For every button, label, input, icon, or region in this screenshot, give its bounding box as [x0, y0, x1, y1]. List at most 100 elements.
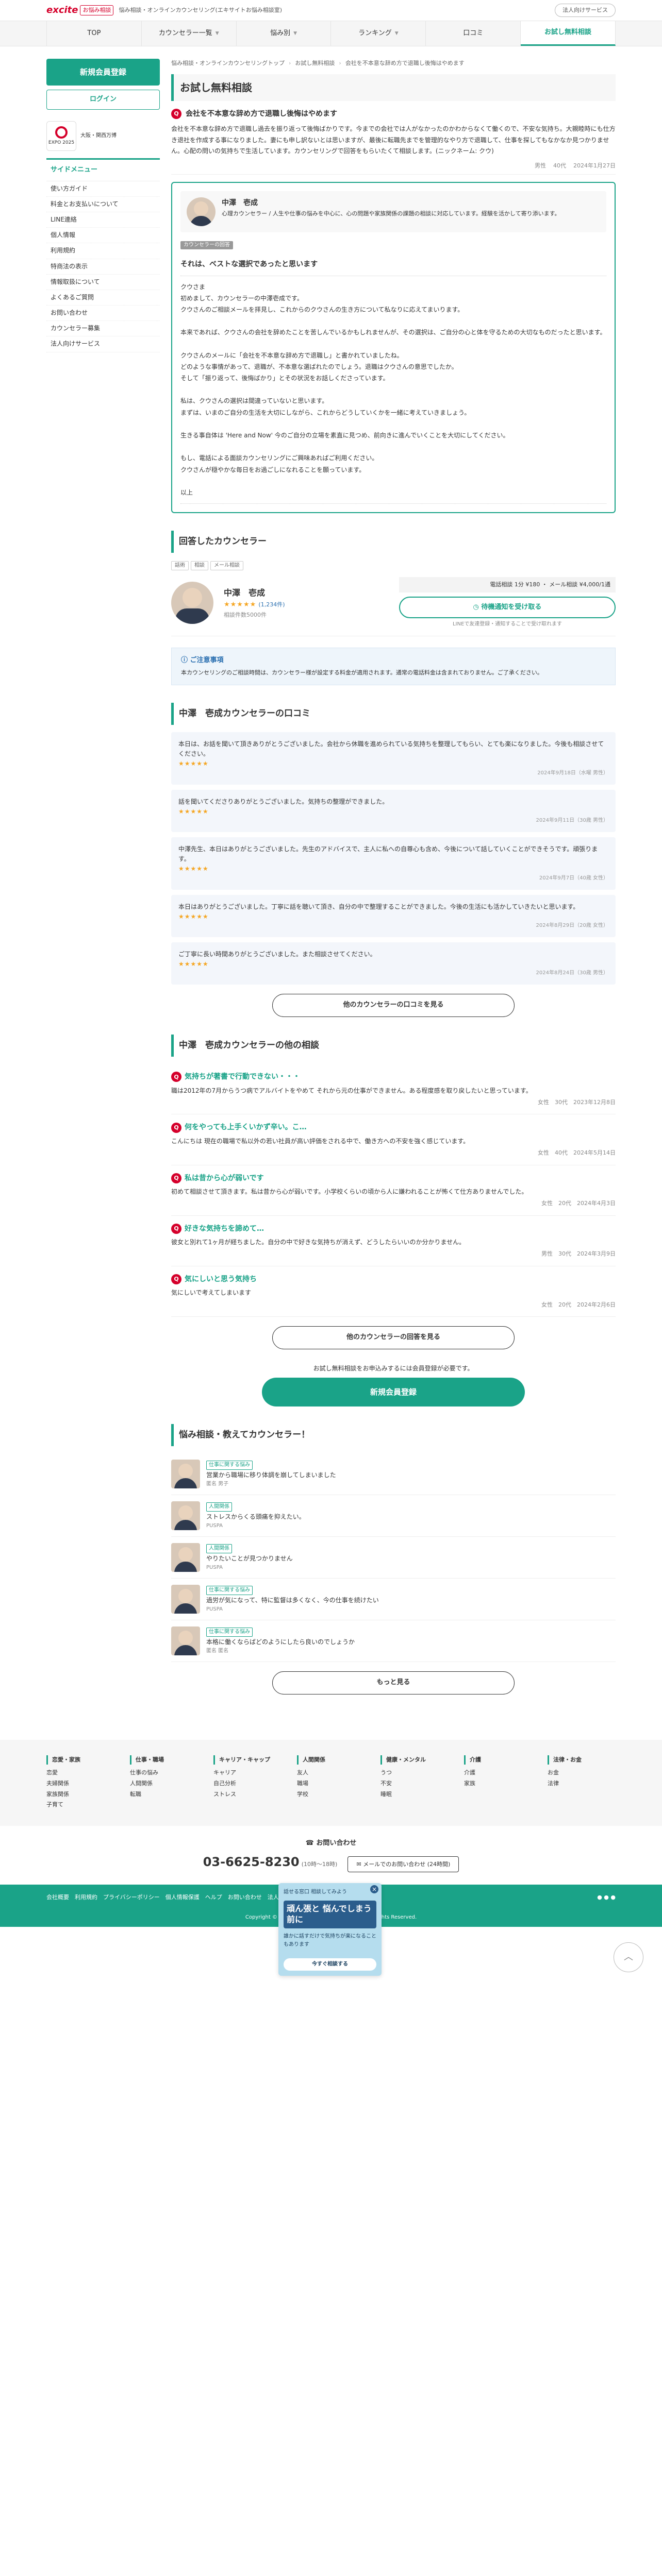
review-item: 中澤先生、本日はありがとうございました。先生のアドバイスで、主人に私への自尊心も… — [171, 837, 616, 890]
side-menu-item[interactable]: カウンセラー募集 — [46, 321, 160, 337]
footer-link[interactable]: 人間関係 — [130, 1778, 198, 1789]
avatar[interactable] — [171, 582, 213, 624]
business-link[interactable]: 法人向けサービス — [555, 4, 616, 17]
footer-column: 仕事・職場 仕事の悩み 人間関係 転職 — [130, 1755, 198, 1810]
footer-link[interactable]: ストレス — [213, 1789, 282, 1800]
question-item-meta: 女性 20代 2024年2月6日 — [541, 1301, 616, 1308]
footer-link[interactable]: お金 — [548, 1768, 616, 1778]
expo-banner[interactable]: EXPO 2025 大阪・関西万博 — [46, 121, 160, 151]
rating-stars: ★★★★★ — [224, 600, 257, 608]
side-menu-item[interactable]: よくあるご質問 — [46, 290, 160, 306]
login-button[interactable]: ログイン — [46, 90, 160, 110]
back-to-top-button[interactable]: ︿ — [614, 1942, 643, 1972]
side-menu-item[interactable]: お問い合わせ — [46, 306, 160, 321]
recent-item[interactable]: 人間関係 ストレスからくる頭痛を抑えたい。 PUSPA — [171, 1495, 616, 1537]
cta-register-button[interactable]: 新規会員登録 — [262, 1378, 525, 1407]
question-item-title[interactable]: Q 気にしいと思う気持ち — [171, 1274, 616, 1285]
mail-contact-button[interactable]: ✉ メールでのお問い合わせ (24時間) — [347, 1856, 459, 1873]
question-item[interactable]: Q 好きな気持ちを諦めて… 彼女と別れて1ヶ月が経ちました。自分の中で好きな気持ちが… — [171, 1216, 616, 1266]
question-item-body: 彼女と別れて1ヶ月が経ちました。自分の中で好きな気持ちが消えず、どうしたらいいの… — [171, 1239, 466, 1246]
recent-item[interactable]: 仕事に関する悩み 過労が気になって、特に監督は多くなく、今の仕事を続けたい PUSP… — [171, 1579, 616, 1621]
footer-link[interactable]: 友人 — [297, 1768, 365, 1778]
footer-link[interactable]: 職場 — [297, 1778, 365, 1789]
nav-worries[interactable]: 悩み別 ▼ — [237, 21, 332, 46]
footer-link-list[interactable]: 会社概要 利用規約 プライバシーポリシー 個人情報保護 ヘルプ お問い合わせ 法… — [46, 1893, 313, 1902]
side-menu-item[interactable]: LINE連絡 — [46, 212, 160, 228]
footer-link[interactable]: キャリア — [213, 1768, 282, 1778]
question-title: 会社を不本意な辞め方で退職し後悔はやめます — [186, 109, 337, 118]
side-menu-item[interactable]: 料金とお支払いについて — [46, 197, 160, 212]
recent-item[interactable]: 仕事に関する悩み 営業から職場に移り体調を崩してしまいました 匿名 男子 — [171, 1453, 616, 1496]
review-item: 本日は、お話を聞いて頂きありがとうございました。会社から休職を進められている気持… — [171, 732, 616, 785]
question-item[interactable]: Q 何をやっても上手くいかず辛い。こ… こんにちは 現在の職場で私以外の若い社員が高… — [171, 1114, 616, 1165]
footer-link[interactable]: 不安 — [380, 1778, 449, 1789]
footer-link[interactable]: 恋愛 — [46, 1768, 114, 1778]
footer-link[interactable]: 夫婦関係 — [46, 1778, 114, 1789]
close-icon[interactable]: × — [370, 1885, 378, 1893]
question-item-meta: 女性 30代 2023年12月8日 — [538, 1098, 616, 1106]
recent-item[interactable]: 仕事に関する悩み 本格に働くならばどのようにしたら良いのでしょうか 匿名 匿名 — [171, 1620, 616, 1663]
reviews-title: 中澤 壱成カウンセラーの口コミ — [171, 702, 616, 725]
recent-item-user: 匿名 男子 — [206, 1481, 229, 1487]
question-item-title[interactable]: Q 好きな気持ちを諦めて… — [171, 1223, 616, 1234]
question-item-title[interactable]: Q 私は昔から心が弱いです — [171, 1173, 616, 1184]
side-menu-item[interactable]: 利用規約 — [46, 243, 160, 259]
question-item[interactable]: Q 気持ちが著書で行動できない・・・ 職は2012年の7月からうつ病でアルバイトをや… — [171, 1064, 616, 1115]
footer-link[interactable]: 睡眠 — [380, 1789, 449, 1800]
footer-link[interactable]: 家族関係 — [46, 1789, 114, 1800]
question-meta: 男性 40代 2024年1月27日 — [171, 161, 616, 175]
side-menu-item[interactable]: 情報取扱について — [46, 275, 160, 290]
notify-button[interactable]: ◷ 待機通知を受け取る — [399, 596, 616, 619]
breadcrumb-item[interactable]: お試し無料相談 — [295, 59, 335, 68]
popup-body: 誰かに話すだけで気持ちが楽になることもあります — [284, 1933, 376, 1947]
footer-column: 介護 介護 家族 — [464, 1755, 532, 1810]
question-item-title[interactable]: Q 気持ちが著書で行動できない・・・ — [171, 1071, 616, 1082]
ad-popup[interactable]: × 話せる窓口 相談してみよう 頑ん張と 悩んでしまう前に 誰かに話すだけで気持… — [278, 1883, 382, 1976]
nav-top[interactable]: TOP — [46, 21, 142, 46]
popup-button[interactable]: 今すぐ相談する — [284, 1958, 376, 1971]
nav-free-consult[interactable]: お試し無料相談 — [521, 21, 616, 46]
breadcrumb-item[interactable]: 悩み相談・オンラインカウンセリングトップ — [171, 59, 285, 68]
question-item-title-text: 気にしいと思う気持ち — [185, 1275, 257, 1283]
phone-number[interactable]: 03-6625-8230 — [203, 1855, 300, 1869]
footer-link[interactable]: 介護 — [464, 1768, 532, 1778]
counselor-tags: 話術 相談 メール相談 — [171, 560, 616, 571]
footer-link[interactable]: 仕事の悩み — [130, 1768, 198, 1778]
footer-link[interactable]: 転職 — [130, 1789, 198, 1800]
footer-link[interactable]: 学校 — [297, 1789, 365, 1800]
footer-link[interactable]: 子育て — [46, 1800, 114, 1810]
more-reviews-button[interactable]: 他のカウンセラーの口コミを見る — [272, 994, 515, 1018]
recent-item-text: 本格に働くならばどのようにしたら良いのでしょうか — [206, 1638, 355, 1646]
nav-counselors[interactable]: カウンセラー一覧 ▼ — [142, 21, 237, 46]
footer-link[interactable]: うつ — [380, 1768, 449, 1778]
nav-ranking[interactable]: ランキング ▼ — [331, 21, 426, 46]
side-menu-item[interactable]: 使い方ガイド — [46, 181, 160, 197]
chevron-down-icon: ▼ — [215, 30, 219, 36]
answer-counselor-profile[interactable]: 中澤 壱成 心理カウンセラー / 人生や仕事の悩みを中心に、心の問題や家族関係の… — [180, 191, 606, 233]
side-menu-item[interactable]: 個人情報 — [46, 228, 160, 244]
site-logo[interactable]: excite お悩み相談 — [46, 3, 114, 18]
footer-link[interactable]: 家族 — [464, 1778, 532, 1789]
review-text: 中澤先生、本日はありがとうございました。先生のアドバイスで、主人に私への自尊心も… — [178, 845, 598, 863]
answer-label: カウンセラーの回答 — [180, 241, 233, 250]
social-icons[interactable]: ● ● ● — [597, 1893, 616, 1902]
more-recent-button[interactable]: もっと見る — [272, 1671, 515, 1695]
review-date: 2024年9月7日（40歳 女性） — [539, 875, 608, 881]
review-text: 話を聞いてくださりありがとうございました。気持ちの整理ができました。 — [178, 798, 389, 805]
question-icon: Q — [171, 1072, 181, 1082]
footer-link[interactable]: 自己分析 — [213, 1778, 282, 1789]
nav-reviews[interactable]: 口コミ — [426, 21, 521, 46]
more-answers-button[interactable]: 他のカウンセラーの回答を見る — [272, 1326, 515, 1349]
register-button[interactable]: 新規会員登録 — [46, 59, 160, 86]
footer-link[interactable]: 法律 — [548, 1778, 616, 1789]
side-menu-item[interactable]: 特商法の表示 — [46, 259, 160, 275]
question-item[interactable]: Q 私は昔から心が弱いです 初めて相談させて頂きます。私は昔から心が弱いです。小学校… — [171, 1165, 616, 1216]
side-menu-item[interactable]: 法人向けサービス — [46, 336, 160, 352]
question-item-title[interactable]: Q 何をやっても上手くいかず辛い。こ… — [171, 1122, 616, 1133]
recent-item[interactable]: 人間関係 やりたいことが見つかりません PUSPA — [171, 1537, 616, 1579]
mail-icon: ✉ — [356, 1860, 363, 1868]
question-item[interactable]: Q 気にしいと思う気持ち 気にしいで考えてしまいます 女性 20代 2024年2月6日 — [171, 1266, 616, 1317]
rating-count[interactable]: (1,234件) — [258, 601, 285, 608]
rating-stars: ★★★★★ — [178, 760, 209, 768]
counselor-name[interactable]: 中澤 壱成 — [224, 586, 285, 600]
